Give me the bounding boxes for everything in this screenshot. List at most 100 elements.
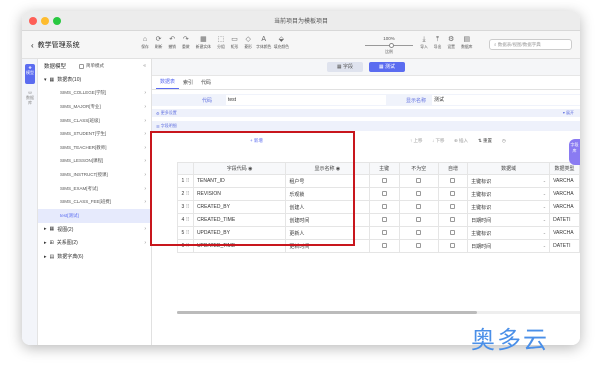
domain-select[interactable]: 日期时间 ⌄ [467, 213, 551, 227]
field-code-cell[interactable]: UPDATED_BY [192, 226, 287, 240]
not-null-checkbox-box[interactable] [416, 243, 422, 249]
table-row[interactable]: 4 ⠿ CREATED_TIME 创建时间 日期时间 ⌄ DATETI [177, 213, 580, 227]
type-cell[interactable]: DATETI [549, 213, 580, 227]
tree-group-dicts[interactable]: ▸ ▤ 数据字典(6) [38, 250, 151, 264]
new-entity-button[interactable]: ▦ 新建实体 [193, 34, 213, 50]
pk-checkbox-box[interactable] [381, 243, 387, 249]
tree-item-table[interactable]: SIMS_INSTRUCT[授课] › [38, 168, 151, 182]
move-up-button[interactable]: ↑ 上移 [410, 138, 423, 144]
table-row[interactable]: 1 ⠿ TENANT_ID 租户号 主键标识 ⌄ VARCHA [177, 174, 580, 188]
pk-checkbox-box[interactable] [381, 230, 387, 236]
type-cell[interactable]: VARCHA [549, 187, 580, 201]
scrollbar-thumb[interactable] [177, 311, 477, 314]
domain-select[interactable]: 日期时间 ⌄ [467, 239, 551, 253]
database-button[interactable]: ▤ 数据库 [459, 34, 475, 50]
reset-button[interactable]: ⇅ 重置 [478, 138, 492, 144]
mode-test-tab[interactable]: ▦ 测试 [369, 62, 405, 72]
domain-select[interactable]: 主键标识 ⌄ [467, 187, 551, 201]
settings-button[interactable]: ⚙ 设置 [445, 34, 457, 50]
horizontal-scrollbar[interactable] [177, 311, 580, 314]
row-index[interactable]: 1 ⠿ [177, 174, 194, 188]
pk-checkbox[interactable] [368, 213, 400, 227]
tree-item-table[interactable]: SIMS_LESSON[课程] › [38, 155, 151, 169]
tree-group-views[interactable]: ▸ ▦ 视图(2) › [38, 223, 151, 237]
not-null-checkbox[interactable] [398, 200, 439, 214]
pk-checkbox-box[interactable] [381, 217, 387, 223]
auto-inc-checkbox[interactable] [437, 200, 469, 214]
col-not-null[interactable]: 不为空 [398, 162, 439, 175]
zoom-slider[interactable] [365, 43, 413, 48]
import-button[interactable]: ⤓ 导入 [418, 34, 430, 50]
auto-inc-checkbox-box[interactable] [450, 243, 456, 249]
tree-item-table-selected[interactable]: test[测试] [38, 208, 151, 223]
field-code-cell[interactable]: CREATED_TIME [192, 213, 287, 227]
not-null-checkbox[interactable] [398, 226, 439, 240]
not-null-checkbox-box[interactable] [416, 178, 422, 184]
row-index[interactable]: 5 ⠿ [177, 226, 194, 240]
zoom-slider-handle[interactable] [389, 43, 394, 48]
pk-checkbox[interactable] [368, 239, 400, 253]
table-row[interactable]: 3 ⠿ CREATED_BY 创建人 主键标识 ⌄ VARCHA [177, 200, 580, 214]
save-button[interactable]: ⌂ 保存 [139, 34, 151, 50]
not-null-checkbox-box[interactable] [416, 204, 422, 210]
pk-checkbox[interactable] [368, 226, 400, 240]
tab-table[interactable]: 数据表 [156, 78, 180, 89]
add-field-button[interactable]: + 新增 [250, 138, 263, 144]
refresh-button[interactable]: ⟳ 刷新 [153, 34, 165, 50]
pk-checkbox[interactable] [368, 174, 400, 188]
not-null-checkbox[interactable] [398, 239, 439, 253]
maximize-window-button[interactable] [53, 17, 61, 25]
mode-field-tab[interactable]: ▦ 字段 [327, 62, 363, 72]
clock-icon[interactable]: ◷ [502, 138, 506, 144]
drag-handle-icon[interactable]: ⠿ [184, 191, 190, 197]
fill-color-button[interactable]: ⬙ 填充颜色 [273, 34, 289, 50]
col-domain[interactable]: 数据域 [467, 162, 551, 175]
chevron-left-icon[interactable]: ‹ [31, 41, 34, 50]
insert-button[interactable]: ⊕ 插入 [454, 138, 468, 144]
display-name-cell[interactable]: 更新时间 [285, 239, 370, 253]
auto-inc-checkbox-box[interactable] [450, 178, 456, 184]
row-index[interactable]: 4 ⠿ [177, 213, 194, 227]
search-input[interactable]: ⌕ 数据表/视图/数据字典 [489, 39, 572, 50]
auto-inc-checkbox[interactable] [437, 226, 469, 240]
simple-mode-checkbox[interactable] [79, 63, 85, 69]
field-code-cell[interactable]: CREATED_BY [192, 200, 287, 214]
tree-group-relations[interactable]: ▸ ⊞ 关系图(2) › [38, 236, 151, 250]
pk-checkbox-box[interactable] [381, 204, 387, 210]
pk-checkbox[interactable] [368, 187, 400, 201]
table-row[interactable]: 2 ⠿ REVISION 乐观锁 主键标识 ⌄ VARCHA [177, 187, 580, 201]
drag-handle-icon[interactable]: ⠿ [184, 230, 190, 236]
collapse-sidebar-icon[interactable]: « [143, 63, 146, 69]
rail-database-button[interactable]: ⛁ 数据库 [25, 89, 35, 109]
domain-select[interactable]: 主键标识 ⌄ [467, 200, 551, 214]
not-null-checkbox[interactable] [398, 174, 439, 188]
tab-code[interactable]: 代码 [197, 79, 215, 89]
tab-index[interactable]: 索引 [179, 79, 197, 89]
field-library-button[interactable]: 字段库 [569, 139, 580, 165]
auto-inc-checkbox-box[interactable] [450, 230, 456, 236]
field-code-cell[interactable]: REVISION [192, 187, 287, 201]
type-cell[interactable]: VARCHA [549, 174, 580, 188]
domain-select[interactable]: 主键标识 ⌄ [467, 174, 551, 188]
row-index[interactable]: 2 ⠿ [177, 187, 194, 201]
undo-button[interactable]: ↶ 撤销 [166, 34, 178, 50]
col-display-name[interactable]: 显示名称 ◉ [285, 162, 370, 175]
more-settings-bar[interactable]: ⚙ 更多设置 ▾ 展开 [152, 109, 580, 117]
display-name-input[interactable]: 测试 [432, 95, 580, 105]
not-null-checkbox-box[interactable] [416, 230, 422, 236]
not-null-checkbox-box[interactable] [416, 191, 422, 197]
domain-select[interactable]: 主键标识 ⌄ [467, 226, 551, 240]
tree-item-table[interactable]: SIMS_STUDENT[学生] › [38, 127, 151, 141]
export-button[interactable]: ⤒ 导出 [432, 34, 444, 50]
drag-handle-icon[interactable]: ⠿ [184, 204, 190, 210]
auto-inc-checkbox[interactable] [437, 213, 469, 227]
col-auto-inc[interactable]: 自增 [437, 162, 469, 175]
auto-inc-checkbox[interactable] [437, 239, 469, 253]
type-cell[interactable]: VARCHA [549, 200, 580, 214]
display-name-cell[interactable]: 更新人 [285, 226, 370, 240]
tree-group-tables[interactable]: ▾ ▦ 数据表(10) [38, 73, 151, 87]
type-cell[interactable]: VARCHA [549, 226, 580, 240]
display-name-cell[interactable]: 创建人 [285, 200, 370, 214]
table-row[interactable]: 6 ⠿ UPDATED_TIME 更新时间 日期时间 ⌄ DATETI [177, 239, 580, 253]
minimize-window-button[interactable] [41, 17, 49, 25]
